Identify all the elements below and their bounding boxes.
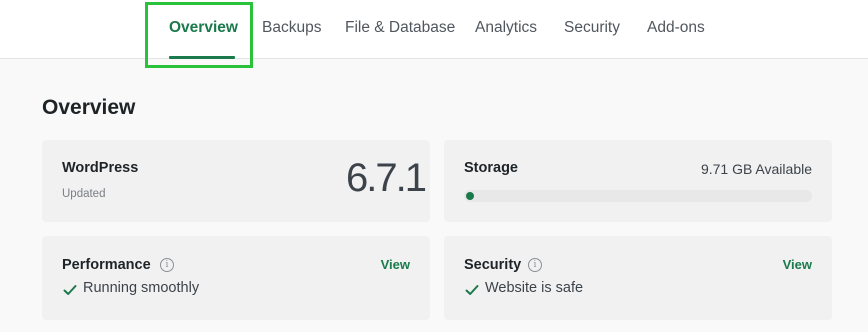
focus-highlight-box <box>145 2 253 68</box>
performance-title: Performance <box>62 257 151 273</box>
tab-file-database[interactable]: File & Database <box>345 19 455 37</box>
tab-backups[interactable]: Backups <box>262 19 321 37</box>
performance-view-link[interactable]: View <box>381 257 410 272</box>
tab-analytics[interactable]: Analytics <box>475 19 537 37</box>
performance-status: Running smoothly <box>83 280 200 296</box>
security-title: Security <box>464 257 522 273</box>
top-navigation-bar: Overview Backups File & Database Analyti… <box>0 0 868 59</box>
wordpress-card: WordPress Updated 6.7.1 <box>42 140 430 222</box>
info-icon[interactable]: i <box>528 258 542 272</box>
security-view-link[interactable]: View <box>783 257 812 272</box>
security-card: Security i View Website is safe <box>444 236 832 320</box>
info-icon[interactable]: i <box>160 258 174 272</box>
storage-title: Storage <box>464 160 518 176</box>
wordpress-version: 6.7.1 <box>346 156 427 200</box>
wordpress-status: Updated <box>62 188 106 200</box>
storage-progress-fill <box>466 192 474 200</box>
storage-progress-bar <box>464 190 812 202</box>
performance-card: Performance i View Running smoothly <box>42 236 430 320</box>
storage-card: Storage 9.71 GB Available <box>444 140 832 222</box>
storage-available: 9.71 GB Available <box>700 161 812 177</box>
security-status: Website is safe <box>485 280 584 296</box>
tab-add-ons[interactable]: Add-ons <box>647 19 705 37</box>
page-title: Overview <box>42 96 136 119</box>
check-icon <box>63 285 77 295</box>
tab-security[interactable]: Security <box>564 19 620 37</box>
wordpress-title: WordPress <box>62 160 139 176</box>
check-icon <box>465 285 479 295</box>
